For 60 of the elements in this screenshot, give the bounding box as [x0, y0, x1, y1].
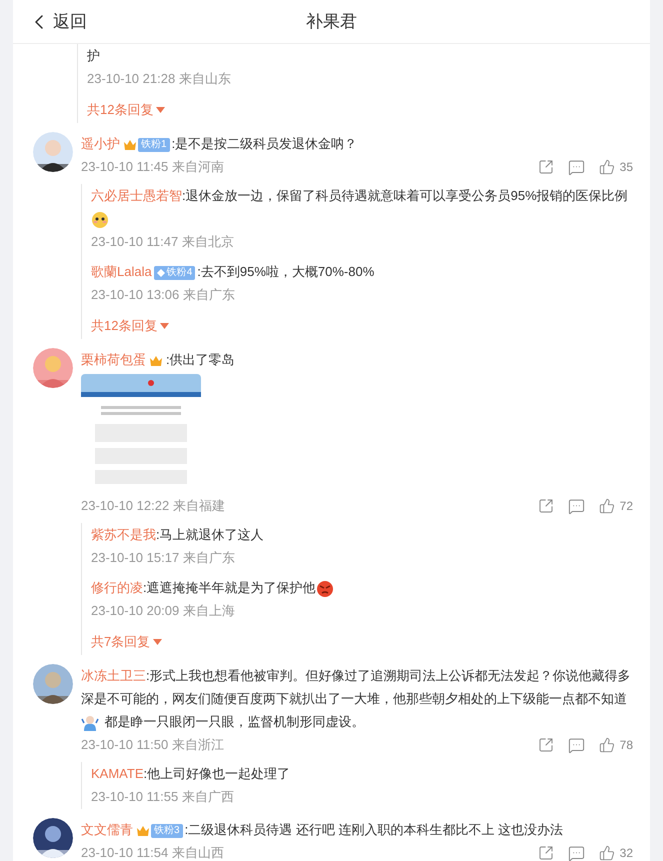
user-link[interactable]: 文文儒青	[81, 822, 133, 837]
caret-down-icon	[153, 639, 162, 645]
more-replies-link[interactable]: 共12条回复	[87, 99, 166, 121]
reply-text: 歌蘭Lalala 铁粉4 :去不到95%啦，大概70%-80%	[91, 263, 376, 282]
fan-badge: 铁粉1	[138, 138, 170, 152]
timestamp: 23-10-10 12:22 来自福建	[81, 497, 225, 515]
thumbs-up-icon	[598, 845, 615, 861]
user-link[interactable]: 修行的凌	[91, 580, 143, 595]
share-icon[interactable]	[538, 737, 554, 753]
user-link[interactable]: 六必居士愚若智	[91, 188, 182, 203]
comment-icon[interactable]	[568, 498, 585, 514]
timestamp: 23-10-10 11:47 来自北京	[91, 233, 235, 251]
more-replies-link[interactable]: 共7条回复	[91, 631, 162, 653]
reply-text: 六必居士愚若智:退休金放一边，保留了科员待遇就意味着可以享受公务员95%报销的医保比例	[91, 184, 633, 230]
back-button[interactable]: 返回	[13, 8, 87, 34]
like-button[interactable]: 78	[598, 736, 633, 754]
timestamp: 23-10-10 11:50 来自浙江	[81, 736, 224, 754]
fan-badge: 铁粉3	[151, 824, 183, 838]
share-icon[interactable]	[538, 159, 554, 175]
timestamp: 23-10-10 20:09 来自上海	[91, 602, 236, 620]
reply-text: 护	[87, 47, 101, 65]
share-icon[interactable]	[538, 845, 554, 861]
comment-icon[interactable]	[568, 158, 585, 176]
timestamp: 23-10-10 13:06 来自广东	[91, 286, 236, 304]
share-icon[interactable]	[538, 498, 554, 514]
thumbs-up-icon	[598, 159, 615, 175]
like-button[interactable]: 32	[598, 844, 633, 861]
user-link[interactable]: 紫苏不是我	[91, 527, 156, 542]
like-button[interactable]: 35	[598, 158, 633, 176]
comment-text: 冰冻土卫三:形式上我也想看他被审判。但好像过了追溯期司法上公诉都无法发起？你说他藏得多深是不可能的，网友们随便百度两下就扒出了一大堆，他那些朝夕相处的上下级能一点都不知道 都是睁一只眼闭一只眼，监督机制形同虚设。	[81, 663, 633, 733]
user-link[interactable]: 歌蘭Lalala	[91, 264, 152, 279]
angry-face-icon	[316, 580, 334, 598]
like-button[interactable]: 72	[598, 497, 633, 515]
thumbs-up-icon	[598, 498, 615, 514]
user-link[interactable]: KAMATE	[91, 766, 144, 781]
comment-icon[interactable]	[568, 844, 585, 861]
timestamp: 23-10-10 11:45 来自河南	[81, 158, 224, 176]
more-replies-link[interactable]: 共12条回复	[91, 315, 170, 337]
timestamp: 23-10-10 21:28 来自山东	[87, 70, 232, 88]
caret-down-icon	[156, 107, 166, 113]
comment-text: 文文儒青 铁粉3 :二级退休科员待遇 还行吧 连刚入职的本科生都比不上 这也没办法	[81, 821, 564, 841]
diamond-icon	[156, 268, 165, 277]
fan-badge: 铁粉4	[154, 266, 196, 280]
caret-down-icon	[160, 323, 170, 329]
reply-text: KAMATE:他上司好像也一起处理了	[91, 765, 292, 783]
reply-text: 修行的凌:遮遮掩掩半年就是为了保护他	[91, 576, 633, 599]
comment-icon[interactable]	[568, 736, 585, 754]
user-link[interactable]: 冰冻土卫三	[81, 668, 146, 683]
reply-text: 紫苏不是我:马上就退休了这人	[91, 526, 265, 544]
shrugging-person-icon	[81, 714, 99, 732]
user-link[interactable]: 栗柿荷包蛋	[81, 352, 146, 367]
timestamp: 23-10-10 15:17 来自广东	[91, 549, 236, 567]
emoji-icon	[91, 210, 109, 229]
timestamp: 23-10-10 11:54 来自山西	[81, 844, 224, 861]
thumbs-up-icon	[598, 737, 615, 753]
timestamp: 23-10-10 11:55 来自广西	[91, 788, 235, 806]
comment-text: 栗柿荷包蛋 :供出了零岛	[81, 351, 236, 371]
page-title: 补果君	[306, 10, 357, 33]
comment-text: 遥小护 铁粉1 :是不是按二级科员发退休金呐？	[81, 135, 358, 155]
user-link[interactable]: 遥小护	[81, 136, 120, 151]
